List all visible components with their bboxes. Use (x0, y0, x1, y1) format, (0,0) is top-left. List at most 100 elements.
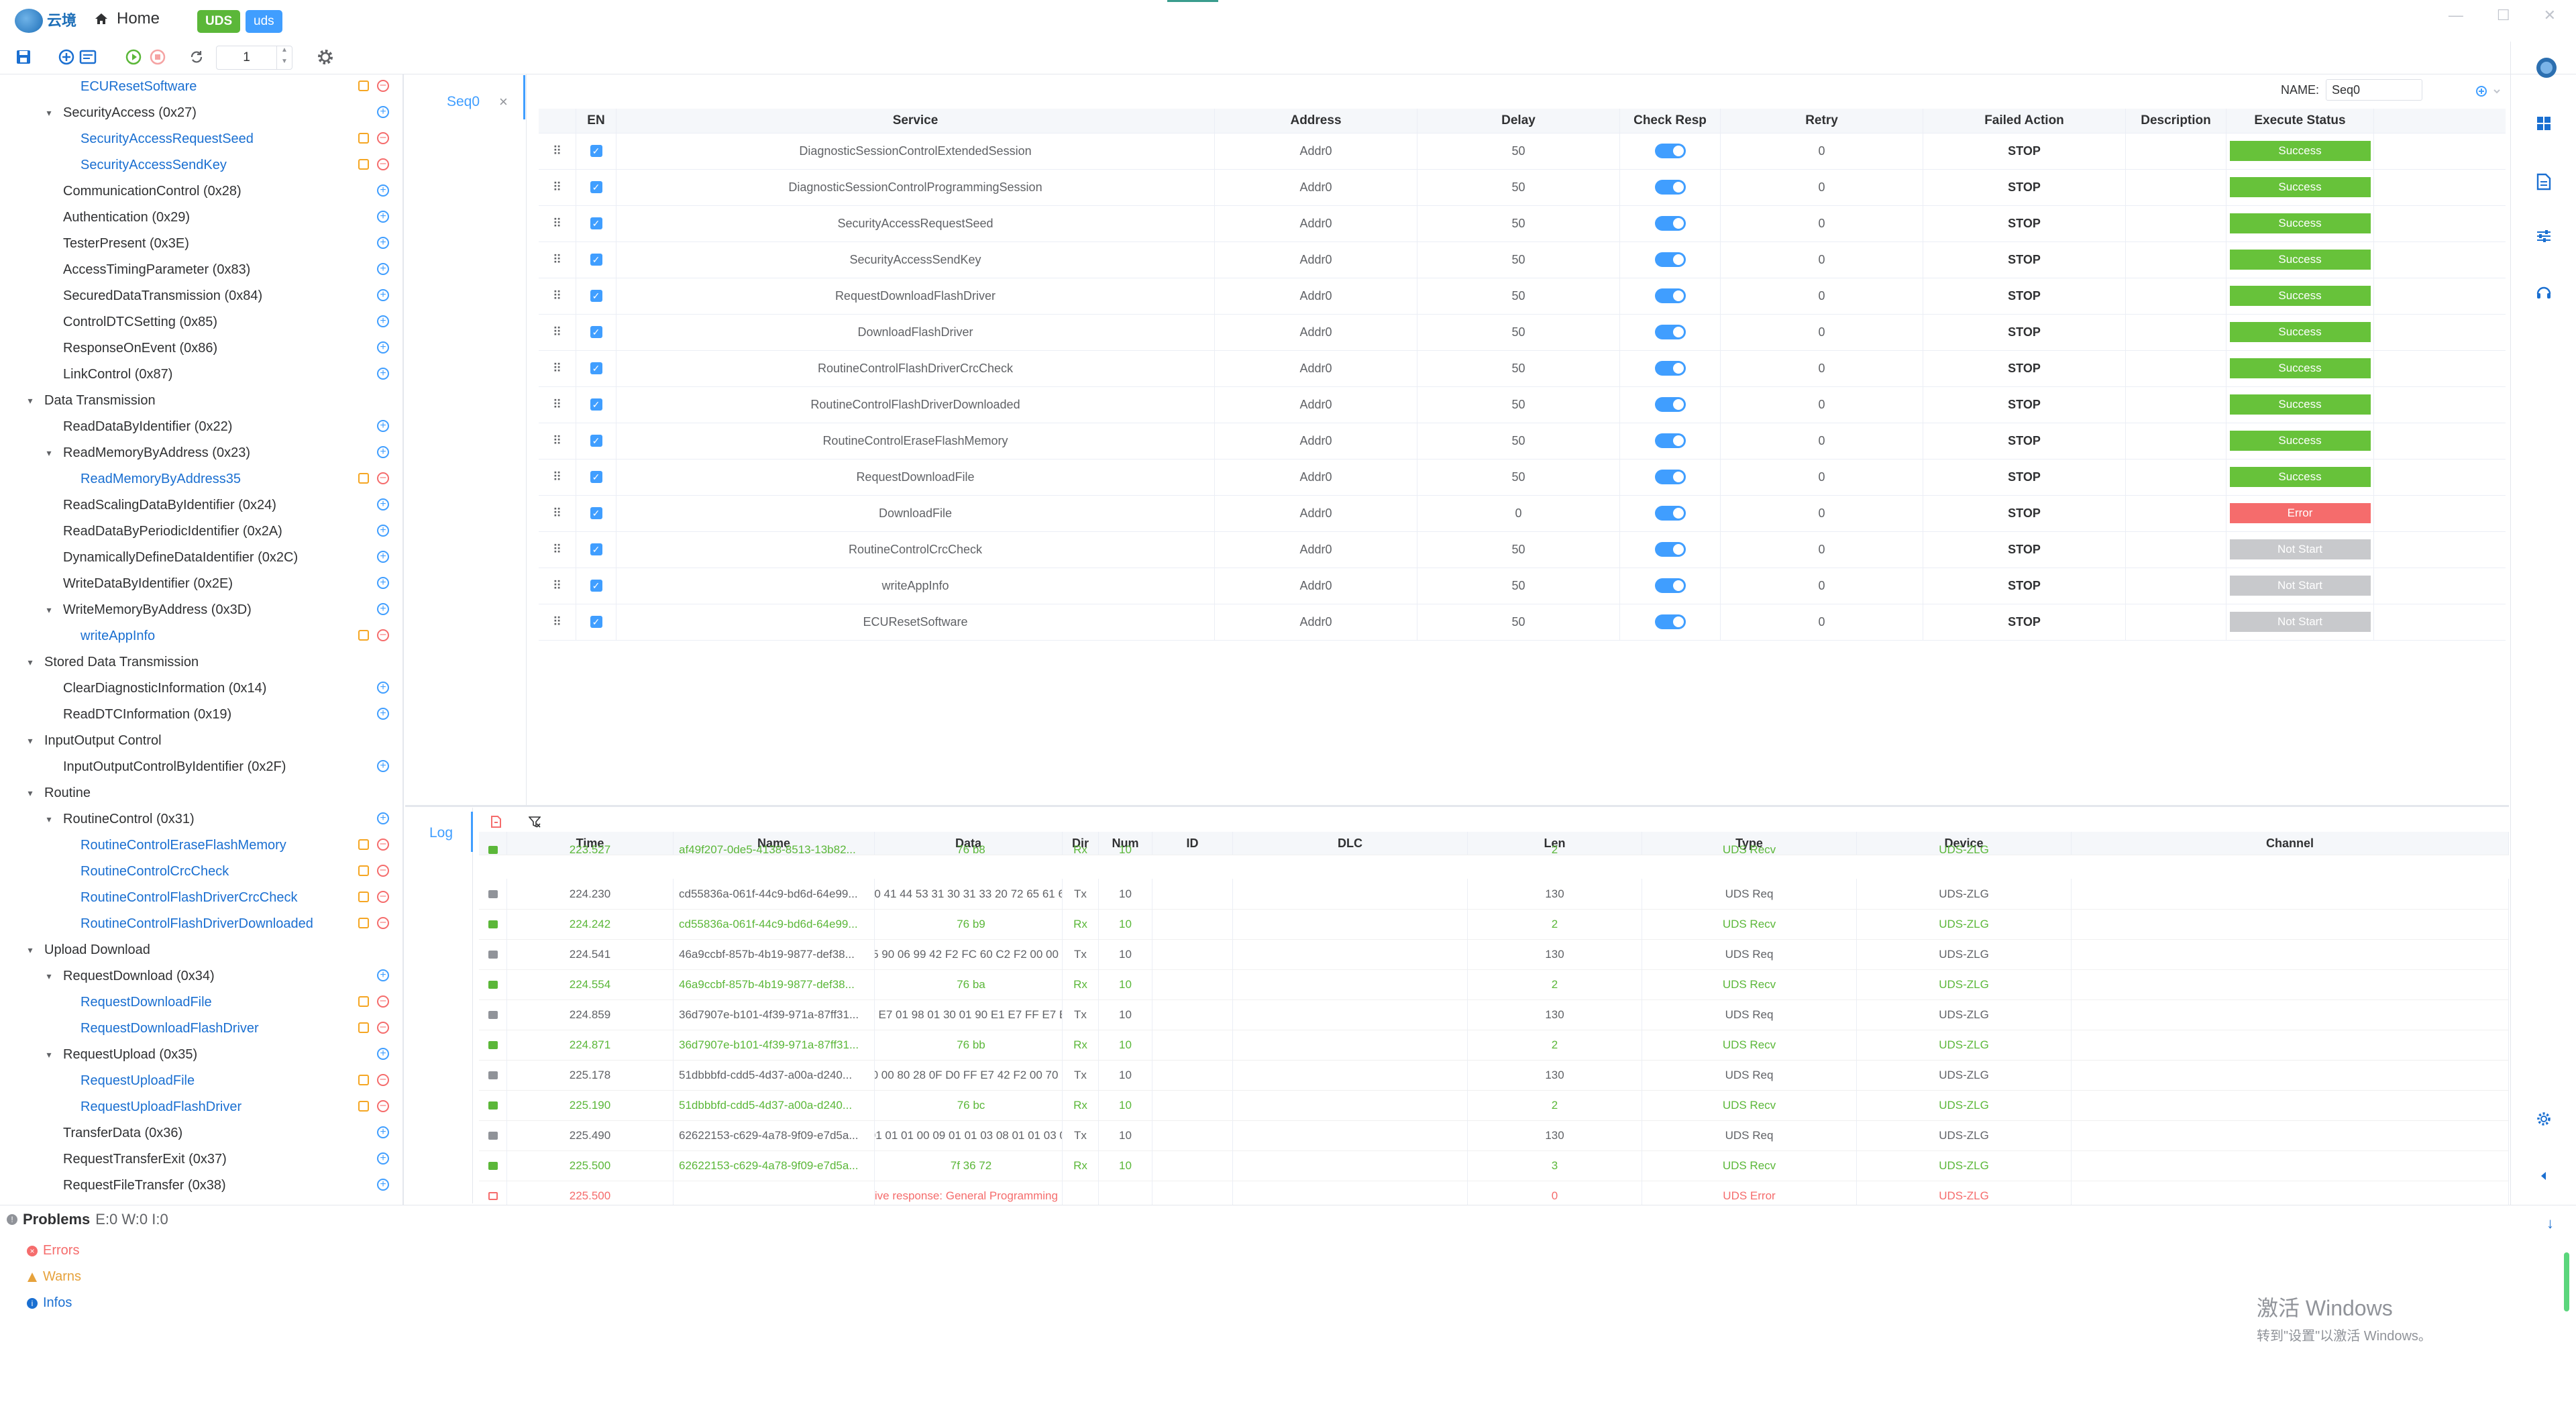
enable-cell[interactable]: ✓ (576, 278, 616, 314)
headset-icon[interactable] (2535, 284, 2553, 302)
tree-node[interactable]: ▾ Stored Data Transmission (0, 649, 402, 676)
enable-cell[interactable]: ✓ (576, 604, 616, 640)
check-resp-toggle[interactable] (1654, 578, 1686, 593)
enable-checkbox[interactable]: ✓ (590, 507, 602, 519)
enable-checkbox[interactable]: ✓ (590, 181, 602, 193)
close-button[interactable]: ✕ (2544, 7, 2556, 24)
check-resp-toggle[interactable] (1654, 361, 1686, 376)
drag-handle[interactable]: ⠿ (539, 133, 576, 169)
add-icon[interactable]: + (377, 184, 389, 197)
tree-node[interactable]: RoutineControlFlashDriverDownloaded – (0, 911, 402, 937)
uds-tag[interactable]: UDS (197, 10, 241, 33)
drag-handle-icon[interactable]: ⠿ (553, 144, 561, 158)
panel-divider[interactable] (405, 805, 2509, 807)
sequence-name-input[interactable]: Seq0 (2326, 79, 2423, 101)
add-icon[interactable]: + (377, 420, 389, 432)
description-cell[interactable] (2126, 423, 2226, 459)
check-resp-toggle[interactable] (1654, 506, 1686, 521)
enable-checkbox[interactable]: ✓ (590, 471, 602, 483)
minimize-button[interactable]: — (2449, 7, 2463, 24)
enable-checkbox[interactable]: ✓ (590, 580, 602, 592)
table-row[interactable]: ⠿ ✓ DiagnosticSessionControlProgrammingSes… (539, 169, 2506, 206)
log-row[interactable]: 225.190 51dbbbfd-cdd5-4d37-a00a-d240... 76… (479, 1090, 2509, 1121)
table-row[interactable]: ⠿ ✓ DownloadFlashDriver Addr0 50 0 STOP Success (539, 314, 2506, 351)
tree-node[interactable]: ▾ SecurityAccess (0x27) + (0, 100, 402, 126)
enable-cell[interactable]: ✓ (576, 495, 616, 531)
tree-node[interactable]: ReadMemoryByAddress35 – (0, 466, 402, 492)
drag-handle-icon[interactable]: ⠿ (553, 470, 561, 484)
add-icon[interactable]: + (377, 708, 389, 720)
tree-node[interactable]: ▾ RequestUpload (0x35) + (0, 1042, 402, 1068)
check-resp-toggle[interactable] (1654, 433, 1686, 448)
check-resp-toggle[interactable] (1654, 614, 1686, 629)
chevron-down-icon[interactable]: ▾ (44, 963, 54, 989)
tree-node[interactable]: ▾ ReadMemoryByAddress (0x23) + (0, 440, 402, 466)
edit-icon[interactable] (358, 839, 369, 850)
add-icon[interactable]: + (377, 1126, 389, 1138)
description-cell[interactable] (2126, 350, 2226, 386)
remove-icon[interactable]: – (377, 1022, 389, 1034)
drag-handle-icon[interactable]: ⠿ (553, 615, 561, 629)
description-cell[interactable] (2126, 568, 2226, 604)
home-tab[interactable]: Home (94, 9, 160, 28)
edit-icon[interactable] (358, 892, 369, 902)
add-icon[interactable]: + (377, 969, 389, 981)
drag-handle-icon[interactable]: ⠿ (553, 325, 561, 339)
check-resp-toggle[interactable] (1654, 252, 1686, 267)
drag-handle-icon[interactable]: ⠿ (553, 434, 561, 448)
add-sequence-button[interactable] (58, 48, 75, 66)
tree-node[interactable]: RequestFileTransfer (0x38) + (0, 1173, 402, 1199)
tree-node[interactable]: ReadDataByPeriodicIdentifier (0x2A) + (0, 519, 402, 545)
check-resp-cell[interactable] (1620, 604, 1721, 640)
description-cell[interactable] (2126, 386, 2226, 423)
tree-node[interactable]: ReadScalingDataByIdentifier (0x24) + (0, 492, 402, 519)
enable-checkbox[interactable]: ✓ (590, 326, 602, 338)
table-row[interactable]: ⠿ ✓ SecurityAccessSendKey Addr0 50 0 STOP Succe… (539, 241, 2506, 278)
scroll-down-icon[interactable]: ↓ (2546, 1215, 2554, 1232)
enable-cell[interactable]: ✓ (576, 205, 616, 241)
check-resp-toggle[interactable] (1654, 325, 1686, 339)
enable-cell[interactable]: ✓ (576, 133, 616, 169)
table-row[interactable]: ⠿ ✓ RoutineControlEraseFlashMemory Addr0 50 0… (539, 423, 2506, 460)
table-row[interactable]: ⠿ ✓ RoutineControlCrcCheck Addr0 50 0 STOP Not … (539, 531, 2506, 568)
add-icon[interactable]: + (377, 812, 389, 824)
infos-item[interactable]: i Infos (27, 1295, 72, 1311)
tree-node[interactable]: RequestUploadFlashDriver – (0, 1094, 402, 1120)
drag-handle[interactable]: ⠿ (539, 205, 576, 241)
tree-node[interactable]: DynamicallyDefineDataIdentifier (0x2C) + (0, 545, 402, 571)
chevron-down-icon[interactable]: ▾ (25, 388, 35, 414)
table-row[interactable]: ⠿ ✓ RoutineControlFlashDriverCrcCheck Addr0… (539, 350, 2506, 387)
stop-button[interactable] (149, 48, 166, 66)
edit-icon[interactable] (358, 1022, 369, 1033)
edit-icon[interactable] (358, 865, 369, 876)
drag-handle[interactable]: ⠿ (539, 241, 576, 278)
chevron-down-icon[interactable]: ▾ (44, 100, 54, 126)
tree-node[interactable]: RequestUploadFile – (0, 1068, 402, 1094)
chevron-down-icon[interactable]: ▾ (25, 780, 35, 806)
tree-node[interactable]: Authentication (0x29) + (0, 205, 402, 231)
check-resp-cell[interactable] (1620, 531, 1721, 568)
warns-item[interactable]: Warns (27, 1269, 81, 1285)
tree-node[interactable]: ▾ RoutineControl (0x31) + (0, 806, 402, 832)
tree-node[interactable]: ▾ WriteMemoryByAddress (0x3D) + (0, 597, 402, 623)
remove-icon[interactable]: – (377, 158, 389, 170)
tree-node[interactable]: InputOutputControlByIdentifier (0x2F) + (0, 754, 402, 780)
enable-cell[interactable]: ✓ (576, 423, 616, 459)
settings-button[interactable] (317, 48, 334, 66)
enable-checkbox[interactable]: ✓ (590, 362, 602, 374)
add-icon[interactable]: + (377, 263, 389, 275)
tree-node[interactable]: ▾ Routine (0, 780, 402, 806)
edit-icon[interactable] (358, 159, 369, 170)
enable-cell[interactable]: ✓ (576, 350, 616, 386)
tree-node[interactable]: SecurityAccessSendKey – (0, 152, 402, 178)
chevron-down-icon[interactable]: ▾ (44, 806, 54, 832)
loop-count-stepper[interactable]: ▲ ▼ (276, 46, 292, 69)
drag-handle-icon[interactable]: ⠿ (553, 217, 561, 231)
add-step-button[interactable] (2475, 85, 2502, 102)
check-resp-cell[interactable] (1620, 169, 1721, 205)
check-resp-cell[interactable] (1620, 278, 1721, 314)
tree-node[interactable]: ReadDataByIdentifier (0x22) + (0, 414, 402, 440)
enable-cell[interactable]: ✓ (576, 459, 616, 495)
log-row[interactable]: 224.859 36d7907e-b101-4f39-971a-87ff31...… (479, 1000, 2509, 1030)
check-resp-cell[interactable] (1620, 314, 1721, 350)
